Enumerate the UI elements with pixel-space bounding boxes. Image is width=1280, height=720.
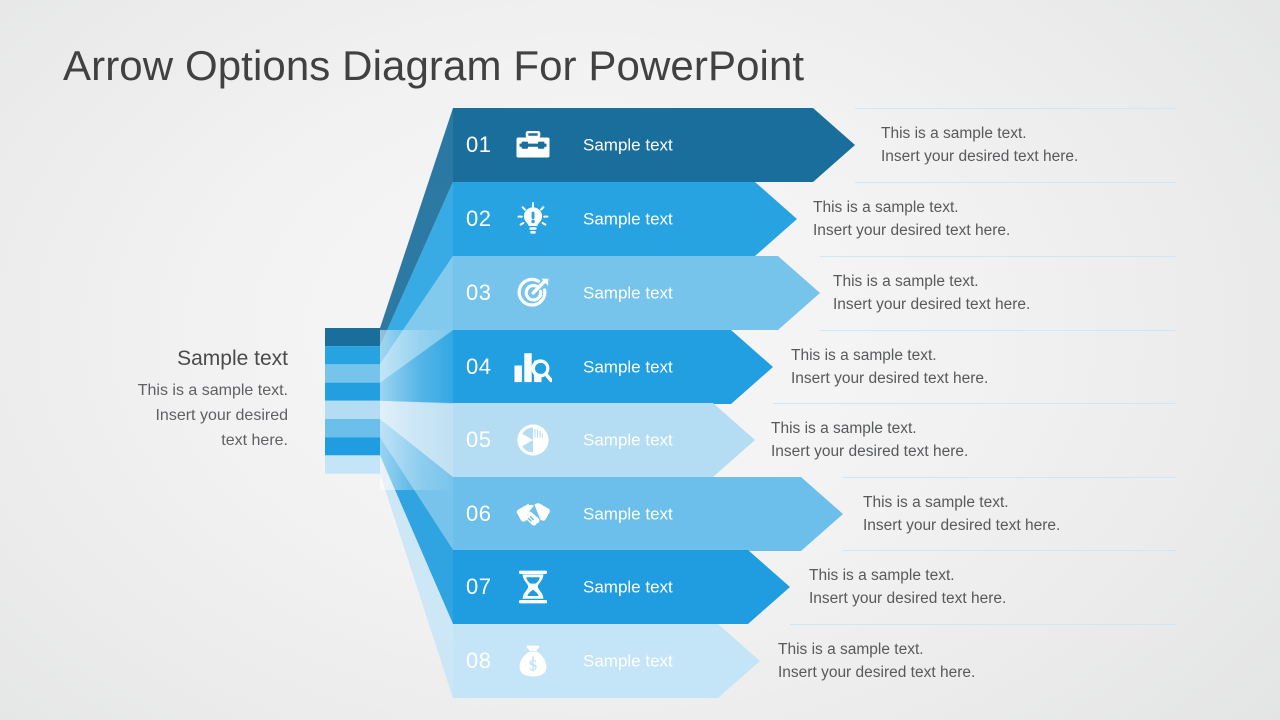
chart-analysis-icon <box>510 347 556 387</box>
arrow-row-label: Sample text <box>583 430 673 450</box>
arrow-row-description: This is a sample text. Insert your desire… <box>833 270 1030 316</box>
arrow-row-description: This is a sample text. Insert your desire… <box>813 196 1010 242</box>
arrow-row-label: Sample text <box>583 651 673 671</box>
arrow-row-label: Sample text <box>583 283 673 303</box>
description-line-1: This is a sample text. <box>809 567 955 584</box>
arrow-row-number: 08 <box>466 648 492 673</box>
description-line-2: Insert your desired text here. <box>833 296 1031 313</box>
arrow-row-label: Sample text <box>583 135 673 155</box>
arrow-row-number: 01 <box>466 132 492 157</box>
hourglass-icon <box>510 567 556 607</box>
briefcase-icon <box>510 125 556 165</box>
target-dart-icon <box>510 273 556 313</box>
description-line-1: This is a sample text. <box>791 347 937 364</box>
description-line-2: Insert your desired text here. <box>881 148 1079 165</box>
arrow-row-number: 07 <box>466 574 492 599</box>
arrow-row[interactable]: 04 Sample text This is a sample text. Inser… <box>0 330 1280 404</box>
description-line-1: This is a sample text. <box>813 199 959 216</box>
page-title: Arrow Options Diagram For PowerPoint <box>63 42 805 89</box>
arrow-row-number: 04 <box>466 354 492 379</box>
arrow-row-description: This is a sample text. Insert your desire… <box>771 417 968 463</box>
arrow-row[interactable]: 05 Sample text This is a sample text. Inser… <box>0 403 1280 477</box>
description-line-2: Insert your desired text here. <box>809 590 1007 607</box>
description-line-1: This is a sample text. <box>771 420 917 437</box>
arrow-row-number: 06 <box>466 501 492 526</box>
arrow-row[interactable]: 08 S Sample text This is a sample text. Inse… <box>0 624 1280 698</box>
description-line-2: Insert your desired text here. <box>778 664 976 681</box>
description-line-2: Insert your desired text here. <box>813 222 1011 239</box>
description-line-2: Insert your desired text here. <box>791 370 989 387</box>
arrow-row-label: Sample text <box>583 357 673 377</box>
arrow-row-description: This is a sample text. Insert your desire… <box>863 491 1060 537</box>
lightbulb-alert-icon <box>510 199 556 239</box>
arrow-row[interactable]: 07 Sample text This is a sample text. Inser… <box>0 550 1280 624</box>
arrow-row-number: 02 <box>466 206 492 231</box>
arrow-row-label: Sample text <box>583 209 673 229</box>
handshake-icon <box>510 494 556 534</box>
arrow-row[interactable]: 03 Sample text This is a sample text. Inser… <box>0 256 1280 330</box>
slide-canvas: Arrow Options Diagram For PowerPoint Sam… <box>0 0 1280 720</box>
arrow-row-description: This is a sample text. Insert your desire… <box>881 122 1078 168</box>
description-line-2: Insert your desired text here. <box>863 517 1061 534</box>
arrow-row[interactable]: 02 Sample text This is a sample text. Inser… <box>0 182 1280 256</box>
money-bag-icon: S <box>510 641 556 681</box>
description-line-2: Insert your desired text here. <box>771 443 969 460</box>
description-line-1: This is a sample text. <box>778 641 924 658</box>
arrow-row-description: This is a sample text. Insert your desire… <box>778 638 975 684</box>
arrow-row-number: 05 <box>466 427 492 452</box>
arrow-row-label: Sample text <box>583 504 673 524</box>
arrow-row-number: 03 <box>466 280 492 305</box>
arrow-row[interactable]: 06 Sample text This is a sample text. Inser… <box>0 477 1280 551</box>
arrow-row-description: This is a sample text. Insert your desire… <box>809 564 1006 610</box>
arrow-row-label: Sample text <box>583 577 673 597</box>
pie-chart-icon <box>510 420 556 460</box>
description-line-1: This is a sample text. <box>833 273 979 290</box>
arrow-row[interactable]: 01 Sample text This is a sample text. Inser… <box>0 108 1280 182</box>
description-line-1: This is a sample text. <box>863 494 1009 511</box>
description-line-1: This is a sample text. <box>881 125 1027 142</box>
arrow-row-description: This is a sample text. Insert your desire… <box>791 344 988 390</box>
